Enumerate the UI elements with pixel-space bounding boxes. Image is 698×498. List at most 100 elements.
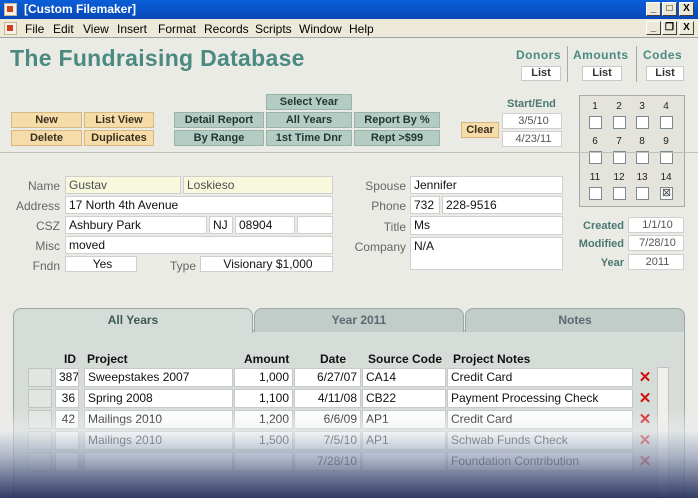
state-field[interactable]: NJ bbox=[209, 216, 233, 234]
spouse-field[interactable]: Jennifer bbox=[410, 176, 563, 194]
cell-source-code[interactable]: CB22 bbox=[362, 389, 446, 408]
doc-minimize-button[interactable]: _ bbox=[646, 21, 661, 35]
cell-id[interactable]: 42 bbox=[55, 410, 79, 429]
grid-checkbox[interactable] bbox=[660, 116, 673, 129]
cell-amount[interactable]: 1,100 bbox=[234, 389, 293, 408]
all-years-button[interactable]: All Years bbox=[266, 112, 352, 128]
cell-project[interactable]: Sweepstakes 2007 bbox=[84, 368, 233, 387]
new-button[interactable]: New bbox=[11, 112, 82, 128]
menu-edit[interactable]: Edit bbox=[53, 22, 74, 36]
zip-field[interactable]: 08904 bbox=[235, 216, 295, 234]
cell-project[interactable]: Mailings 2010 bbox=[84, 431, 233, 450]
modified-field[interactable]: 7/28/10 bbox=[628, 235, 684, 251]
menu-records[interactable]: Records bbox=[204, 22, 249, 36]
cell-date[interactable]: 7/5/10 bbox=[294, 431, 361, 450]
delete-row-icon[interactable]: ✕ bbox=[637, 412, 653, 428]
cell-amount[interactable] bbox=[234, 452, 293, 471]
report-over-99-button[interactable]: Rept >$99 bbox=[354, 130, 440, 146]
by-range-button[interactable]: By Range bbox=[174, 130, 264, 146]
duplicates-button[interactable]: Duplicates bbox=[84, 130, 154, 146]
first-name-field[interactable]: Gustav bbox=[65, 176, 181, 194]
menu-insert[interactable]: Insert bbox=[117, 22, 147, 36]
cell-project-notes[interactable]: Credit Card bbox=[447, 410, 633, 429]
type-field[interactable]: Visionary $1,000 bbox=[200, 256, 333, 272]
grid-checkbox[interactable] bbox=[589, 187, 602, 200]
zip-extension-field[interactable] bbox=[297, 216, 333, 234]
cell-project-notes[interactable]: Credit Card bbox=[447, 368, 633, 387]
year-field[interactable]: 2011 bbox=[628, 254, 684, 270]
created-field[interactable]: 1/1/10 bbox=[628, 217, 684, 233]
tab-all-years[interactable]: All Years bbox=[13, 308, 253, 333]
row-selector[interactable] bbox=[28, 410, 52, 429]
company-field[interactable]: N/A bbox=[410, 237, 563, 270]
cell-date[interactable]: 7/28/10 bbox=[294, 452, 361, 471]
grid-checkbox[interactable] bbox=[613, 187, 626, 200]
report-by-percent-button[interactable]: Report By % bbox=[354, 112, 440, 128]
fndn-field[interactable]: Yes bbox=[65, 256, 137, 272]
detail-report-button[interactable]: Detail Report bbox=[174, 112, 264, 128]
window-title-bar[interactable]: [Custom Filemaker] _ □ X bbox=[0, 0, 698, 19]
city-field[interactable]: Ashbury Park bbox=[65, 216, 207, 234]
delete-row-icon[interactable]: ✕ bbox=[637, 433, 653, 449]
donors-list-button[interactable]: List bbox=[521, 66, 561, 81]
misc-field[interactable]: moved bbox=[65, 236, 333, 254]
cell-source-code[interactable]: CA14 bbox=[362, 368, 446, 387]
select-year-button[interactable]: Select Year bbox=[266, 94, 352, 110]
clear-button[interactable]: Clear bbox=[461, 122, 499, 138]
grid-checkbox[interactable]: ⊠ bbox=[660, 187, 673, 200]
doc-restore-button[interactable]: ❐ bbox=[662, 21, 677, 35]
grid-checkbox[interactable] bbox=[589, 116, 602, 129]
row-selector[interactable] bbox=[28, 452, 52, 471]
phone-area-field[interactable]: 732 bbox=[410, 196, 440, 214]
cell-project-notes[interactable]: Foundation Contribution bbox=[447, 452, 633, 471]
cell-date[interactable]: 6/6/09 bbox=[294, 410, 361, 429]
row-selector[interactable] bbox=[28, 368, 52, 387]
delete-button[interactable]: Delete bbox=[11, 130, 82, 146]
amounts-list-button[interactable]: List bbox=[582, 66, 622, 81]
menu-format[interactable]: Format bbox=[158, 22, 196, 36]
cell-id[interactable]: 36 bbox=[55, 389, 79, 408]
cell-project[interactable]: Mailings 2010 bbox=[84, 410, 233, 429]
title-field[interactable]: Ms bbox=[410, 216, 563, 235]
cell-source-code[interactable]: AP1 bbox=[362, 431, 446, 450]
end-date-field[interactable]: 4/23/11 bbox=[502, 131, 562, 147]
address-field[interactable]: 17 North 4th Avenue bbox=[65, 196, 333, 214]
tab-year-2011[interactable]: Year 2011 bbox=[254, 308, 464, 332]
cell-id[interactable]: 387 bbox=[55, 368, 79, 387]
cell-project-notes[interactable]: Payment Processing Check bbox=[447, 389, 633, 408]
delete-row-icon[interactable]: ✕ bbox=[637, 454, 653, 470]
cell-amount[interactable]: 1,200 bbox=[234, 410, 293, 429]
delete-row-icon[interactable]: ✕ bbox=[637, 370, 653, 386]
start-date-field[interactable]: 3/5/10 bbox=[502, 113, 562, 129]
cell-source-code[interactable] bbox=[362, 452, 446, 471]
grid-checkbox[interactable] bbox=[636, 116, 649, 129]
menu-window[interactable]: Window bbox=[299, 22, 342, 36]
cell-amount[interactable]: 1,500 bbox=[234, 431, 293, 450]
cell-id[interactable] bbox=[55, 452, 79, 471]
row-selector[interactable] bbox=[28, 431, 52, 450]
menu-help[interactable]: Help bbox=[349, 22, 374, 36]
cell-date[interactable]: 4/11/08 bbox=[294, 389, 361, 408]
maximize-button[interactable]: □ bbox=[662, 2, 677, 16]
cell-source-code[interactable]: AP1 bbox=[362, 410, 446, 429]
grid-checkbox[interactable] bbox=[636, 187, 649, 200]
cell-project[interactable]: Spring 2008 bbox=[84, 389, 233, 408]
last-name-field[interactable]: Loskieso bbox=[183, 176, 333, 194]
phone-number-field[interactable]: 228-9516 bbox=[442, 196, 563, 214]
cell-date[interactable]: 6/27/07 bbox=[294, 368, 361, 387]
doc-close-button[interactable]: X bbox=[679, 21, 694, 35]
menu-scripts[interactable]: Scripts bbox=[255, 22, 292, 36]
grid-checkbox[interactable] bbox=[613, 116, 626, 129]
cell-project[interactable] bbox=[84, 452, 233, 471]
menu-view[interactable]: View bbox=[83, 22, 109, 36]
delete-row-icon[interactable]: ✕ bbox=[637, 391, 653, 407]
list-view-button[interactable]: List View bbox=[84, 112, 154, 128]
codes-list-button[interactable]: List bbox=[646, 66, 684, 81]
cell-project-notes[interactable]: Schwab Funds Check bbox=[447, 431, 633, 450]
row-selector[interactable] bbox=[28, 389, 52, 408]
document-icon[interactable] bbox=[4, 22, 17, 35]
tab-notes[interactable]: Notes bbox=[465, 308, 685, 332]
close-button[interactable]: X bbox=[679, 2, 694, 16]
menu-file[interactable]: File bbox=[25, 22, 44, 36]
cell-amount[interactable]: 1,000 bbox=[234, 368, 293, 387]
